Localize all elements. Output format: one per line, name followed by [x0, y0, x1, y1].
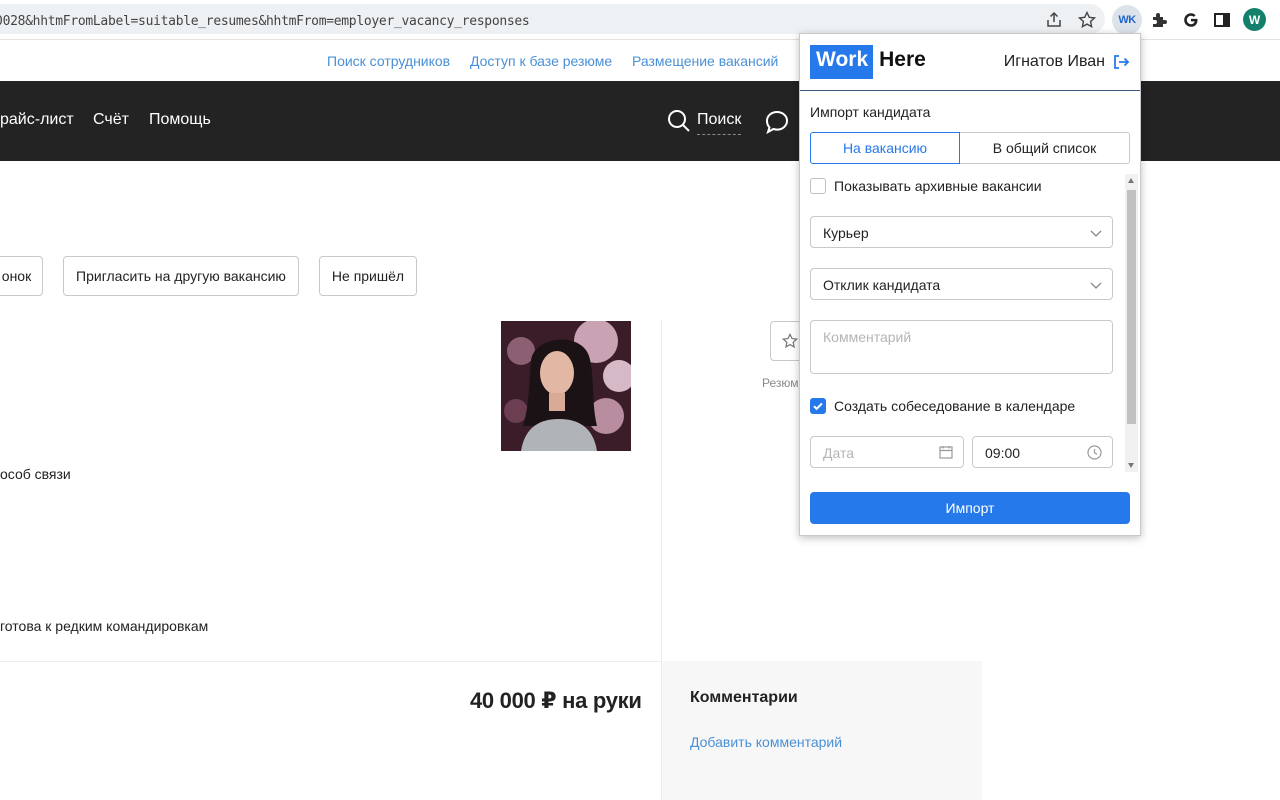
extensions-puzzle-icon[interactable] [1148, 9, 1170, 31]
import-mode-tabs: На вакансию В общий список [810, 132, 1130, 164]
url-text[interactable]: 900028&hhtmFromLabel=suitable_resumes&hh… [0, 14, 530, 29]
not-came-button[interactable]: Не пришёл [319, 256, 417, 296]
tab-to-vacancy[interactable]: На вакансию [810, 132, 960, 164]
contact-method-text: особ связи [0, 466, 71, 482]
popup-scrollbar[interactable] [1125, 174, 1138, 472]
clock-icon[interactable] [1087, 445, 1102, 463]
side-panel-icon[interactable] [1211, 9, 1233, 31]
workhere-extension-icon[interactable]: WK [1112, 5, 1142, 35]
status-select[interactable]: Отклик кандидата [810, 268, 1113, 300]
date-input[interactable]: Дата [810, 436, 964, 468]
link-resume-database[interactable]: Доступ к базе резюме [470, 53, 612, 69]
salary: 40 000 ₽ на руки [470, 688, 642, 713]
nav-account[interactable]: Счёт [93, 111, 129, 129]
chevron-down-icon [1090, 278, 1102, 294]
comment-textarea[interactable]: Комментарий [810, 320, 1113, 374]
google-icon[interactable] [1180, 9, 1202, 31]
logout-icon[interactable] [1112, 53, 1130, 76]
profile-avatar[interactable]: W [1243, 8, 1266, 31]
comments-panel [662, 661, 982, 800]
create-interview-label[interactable]: Создать собеседование в календаре [834, 398, 1075, 414]
chevron-down-icon [1090, 226, 1102, 242]
username: Игнатов Иван [1003, 53, 1105, 70]
checkmark-icon [813, 402, 823, 411]
calendar-icon[interactable] [939, 445, 953, 462]
add-comment-link[interactable]: Добавить комментарий [690, 734, 842, 750]
chat-icon[interactable] [764, 109, 790, 140]
section-divider [0, 661, 661, 662]
search-link[interactable]: Поиск [697, 111, 742, 135]
candidate-photo [501, 321, 631, 451]
address-bar[interactable]: 900028&hhtmFromLabel=suitable_resumes&hh… [0, 4, 1105, 34]
star-icon [782, 333, 798, 349]
link-find-employees[interactable]: Поиск сотрудников [327, 53, 450, 69]
scroll-up-arrow[interactable] [1128, 178, 1134, 183]
popup-header: Work Here Игнатов Иван [800, 34, 1140, 91]
create-interview-checkbox[interactable] [810, 398, 826, 414]
show-archive-checkbox[interactable] [810, 178, 826, 194]
link-post-vacancies[interactable]: Размещение вакансий [632, 53, 778, 69]
business-trips-text: готова к редким командировкам [0, 618, 209, 634]
show-archive-label[interactable]: Показывать архивные вакансии [834, 178, 1042, 194]
resume-label: Резюм [762, 376, 799, 390]
import-button[interactable]: Импорт [810, 492, 1130, 524]
scroll-down-arrow[interactable] [1128, 463, 1134, 468]
workhere-popup: Work Here Игнатов Иван Импорт кандидата … [799, 33, 1141, 536]
call-button[interactable]: онок [0, 256, 43, 296]
comments-title: Комментарии [690, 689, 798, 706]
tab-general-list[interactable]: В общий список [960, 132, 1130, 164]
invite-other-vacancy-button[interactable]: Пригласить на другую вакансию [63, 256, 299, 296]
workhere-logo: Work Here [810, 45, 926, 79]
popup-title: Импорт кандидата [810, 104, 931, 120]
share-icon[interactable] [1043, 9, 1065, 31]
scrollbar-thumb[interactable] [1127, 190, 1136, 424]
nav-price-list[interactable]: райс-лист [0, 111, 74, 129]
search-icon[interactable] [667, 109, 691, 138]
bookmark-star-icon[interactable] [1076, 9, 1098, 31]
nav-help[interactable]: Помощь [149, 111, 211, 129]
vacancy-select[interactable]: Курьер [810, 216, 1113, 248]
time-input[interactable]: 09:00 [972, 436, 1113, 468]
